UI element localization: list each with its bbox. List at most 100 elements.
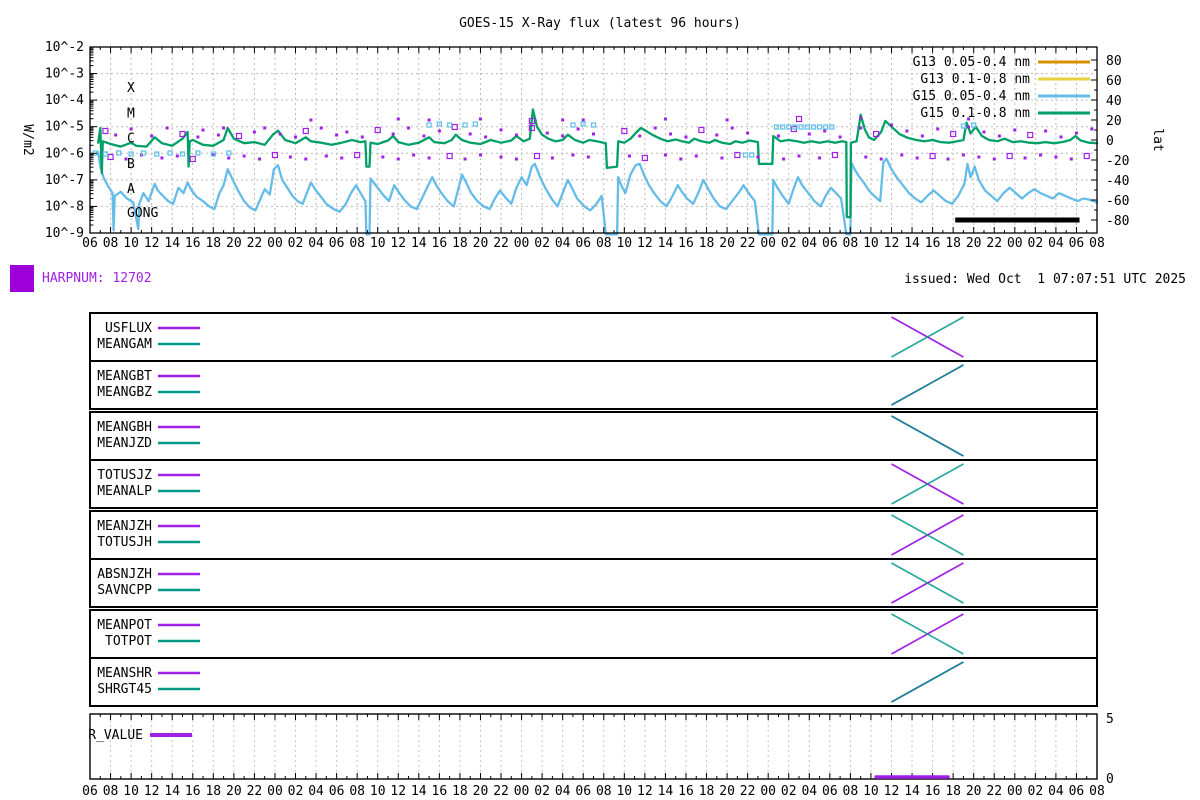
x-tick-label: 08 <box>1089 784 1105 799</box>
x-tick-label: 08 <box>349 236 365 251</box>
x-tick-label: 10 <box>616 784 632 799</box>
y2-tick-label: 60 <box>1106 74 1122 89</box>
x-tick-label: 12 <box>390 236 406 251</box>
x-tick-label: 02 <box>534 236 550 251</box>
y-tick-label: 10^-6 <box>45 146 84 161</box>
x-tick-label: 12 <box>390 784 406 799</box>
x-tick-label: 12 <box>884 236 900 251</box>
x-tick-label: 00 <box>267 784 283 799</box>
x-tick-label: 22 <box>740 236 756 251</box>
x-tick-label: 02 <box>781 236 797 251</box>
flux-class-letter: X <box>127 81 135 96</box>
xray-series <box>97 108 1099 236</box>
x-tick-label: 18 <box>452 784 468 799</box>
x-tick-label: 06 <box>82 784 98 799</box>
x-tick-label: 04 <box>1048 784 1064 799</box>
x-tick-label: 08 <box>103 784 119 799</box>
y2-tick-label: 0 <box>1106 134 1114 149</box>
panel-series-label: MEANJZH <box>97 519 152 534</box>
y2-tick-label: 80 <box>1106 54 1122 69</box>
x-tick-label: 14 <box>164 784 180 799</box>
x-tick-label: 08 <box>843 236 859 251</box>
x-tick-label: 08 <box>596 784 612 799</box>
x-tick-label: 08 <box>596 236 612 251</box>
r-y-tick-label: 5 <box>1106 712 1114 727</box>
xray-legend: G13 0.05-0.4 nm G13 0.1-0.8 nm G15 0.05-0.… <box>913 55 1090 121</box>
harpnum-legend: HARPNUM: 12702 <box>10 265 152 292</box>
x-tick-label: 10 <box>616 236 632 251</box>
x-tick-label: 18 <box>945 236 961 251</box>
x-tick-label: 14 <box>904 236 920 251</box>
panel-series-label: TOTUSJH <box>97 535 152 550</box>
x-tick-label: 08 <box>843 784 859 799</box>
sharp-panel-meanjzh: MEANJZHTOTUSJH <box>97 514 964 556</box>
x-tick-label: 06 <box>1069 236 1085 251</box>
sharp-panel-meangbt: MEANGBTMEANGBZ <box>97 364 964 406</box>
y-tick-label: 10^-2 <box>45 40 84 55</box>
x-tick-label: 22 <box>986 784 1002 799</box>
legend-label: G13 0.1-0.8 nm <box>920 72 1030 87</box>
sharp-panel-absnjzh: ABSNJZHSAVNCPP <box>97 562 964 604</box>
x-tick-label: 10 <box>123 236 139 251</box>
x-tick-label: 06 <box>82 236 98 251</box>
y2-tick-label: -80 <box>1106 214 1129 229</box>
x-tick-label: 02 <box>288 236 304 251</box>
x-tick-label: 00 <box>514 784 530 799</box>
flux-class-letter: B <box>127 157 135 172</box>
y-tick-label: 10^-3 <box>45 67 84 82</box>
y2-axis-title: lat <box>1150 128 1165 151</box>
sharp-panel-meanshr: MEANSHRSHRGT45 <box>97 661 964 703</box>
panel-series-label: R_VALUE <box>88 728 143 743</box>
panel-series-label: USFLUX <box>105 321 152 336</box>
issued-timestamp: issued: Wed Oct 1 07:07:51 UTC 2025 <box>904 272 1186 287</box>
panel-series-label: MEANGBZ <box>97 385 152 400</box>
panel-series-label: MEANGBH <box>97 420 152 435</box>
x-tick-label: 06 <box>575 236 591 251</box>
x-tick-label: 20 <box>719 236 735 251</box>
x-tick-label: 16 <box>925 236 941 251</box>
x-tick-label: 16 <box>432 236 448 251</box>
x-tick-label: 10 <box>863 784 879 799</box>
x-tick-label: 00 <box>1007 236 1023 251</box>
panel-series-label: MEANALP <box>97 484 152 499</box>
legend-label: G15 0.05-0.4 nm <box>913 89 1031 104</box>
y-tick-label: 10^-4 <box>45 93 84 108</box>
x-tick-label: 12 <box>637 784 653 799</box>
x-tick-label: 20 <box>226 784 242 799</box>
x-tick-label: 18 <box>452 236 468 251</box>
y2-tick-label: -20 <box>1106 154 1129 169</box>
x-tick-label: 08 <box>103 236 119 251</box>
x-tick-label: 00 <box>1007 784 1023 799</box>
x-tick-label: 18 <box>205 236 221 251</box>
x-tick-label: 02 <box>1028 236 1044 251</box>
x-tick-label: 14 <box>164 236 180 251</box>
x-tick-label: 16 <box>925 784 941 799</box>
panel-series-label: MEANGAM <box>97 337 152 352</box>
legend-label: G15 0.1-0.8 nm <box>920 106 1030 121</box>
harpnum-label: HARPNUM: 12702 <box>42 271 152 286</box>
harp-visibility-bar <box>955 217 1080 223</box>
panel-series-label: MEANJZD <box>97 436 152 451</box>
x-tick-label: 04 <box>555 784 571 799</box>
panel-series-label: MEANSHR <box>97 666 152 681</box>
r-value-panel: R_VALUE 5 0 06 08 10 12 14 16 18 20 22 00 02 04 06 08 10 1… <box>82 712 1114 799</box>
x-tick-label: 08 <box>349 784 365 799</box>
x-tick-label: 10 <box>370 236 386 251</box>
x-tick-label: 12 <box>144 236 160 251</box>
x-tick-label: 12 <box>144 784 160 799</box>
x-tick-label: 14 <box>411 784 427 799</box>
x-tick-label: 04 <box>1048 236 1064 251</box>
panel-series-label: TOTUSJZ <box>97 468 152 483</box>
x-tick-label: 14 <box>904 784 920 799</box>
legend-label: G13 0.05-0.4 nm <box>913 55 1031 70</box>
x-tick-label: 00 <box>760 236 776 251</box>
xray-scatter-purple <box>102 115 1094 163</box>
y-tick-label: 10^-9 <box>45 226 84 241</box>
r-y-tick-label: 0 <box>1106 772 1114 787</box>
sharp-panel-totusjz: TOTUSJZMEANALP <box>97 463 964 505</box>
harpnum-swatch <box>10 265 34 292</box>
x-tick-label: 22 <box>986 236 1002 251</box>
panel-series-label: ABSNJZH <box>97 567 152 582</box>
xray-flux-plot: 10^-2 10^-3 10^-4 10^-5 10^-6 10^-7 10^-8 10^-9… <box>20 40 1165 799</box>
x-tick-label: 22 <box>247 784 263 799</box>
